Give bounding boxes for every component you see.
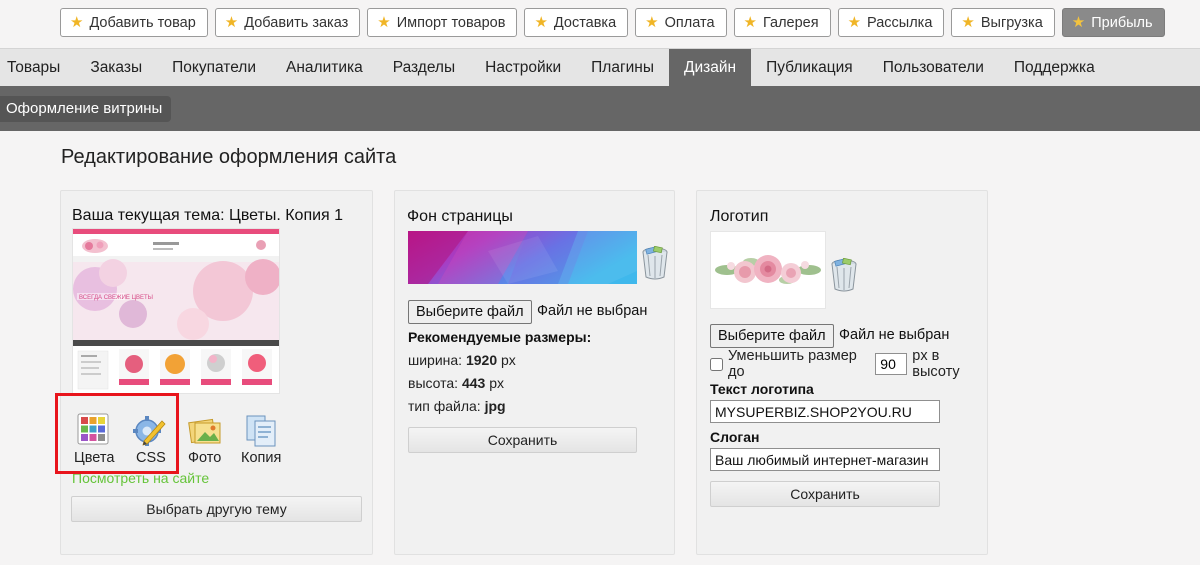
background-file-button[interactable]: Выберите файл xyxy=(408,300,532,324)
nav-item-users[interactable]: Пользователи xyxy=(868,49,999,87)
mailing-label: Рассылка xyxy=(867,14,933,31)
delivery-label: Доставка xyxy=(553,14,617,31)
import-products-label: Импорт товаров xyxy=(396,14,506,31)
star-icon: ★ xyxy=(1071,14,1086,31)
star-icon: ★ xyxy=(645,14,659,31)
add-order-button[interactable]: ★ Добавить заказ xyxy=(214,8,361,37)
theme-panel-title: Ваша текущая тема: Цветы. Копия 1 xyxy=(72,207,344,224)
nav-item-products[interactable]: Товары xyxy=(0,49,75,87)
photo-tool-label[interactable]: Фото xyxy=(188,450,221,466)
star-icon: ★ xyxy=(224,14,239,31)
choose-other-theme-button[interactable]: Выбрать другую тему xyxy=(71,496,362,522)
recommended-sizes-text: Рекомендуемые размеры xyxy=(408,329,587,345)
delivery-button[interactable]: ★ Доставка xyxy=(524,8,629,37)
logo-panel: Логотип Выберите файл Файл не выбран Уме… xyxy=(696,190,988,555)
add-product-label: Добавить товар xyxy=(89,14,196,31)
nav-item-design[interactable]: Дизайн xyxy=(668,49,752,87)
shrink-size-suffix: px в высоту xyxy=(912,348,960,380)
payment-button[interactable]: ★ Оплата xyxy=(635,8,727,37)
background-preview-image[interactable] xyxy=(408,231,637,284)
trash-icon[interactable] xyxy=(640,246,670,280)
nav-item-support[interactable]: Поддержка xyxy=(999,49,1110,87)
gallery-button[interactable]: ★ Галерея xyxy=(733,8,831,37)
star-icon: ★ xyxy=(847,14,862,31)
recommended-height: высота: 443 px xyxy=(408,375,504,391)
profit-label: Прибыль xyxy=(1091,14,1153,31)
background-panel: Фон страницы Выберите файл Файл не выбра… xyxy=(394,190,675,555)
shrink-size-checkbox[interactable] xyxy=(710,357,723,371)
nav-item-orders[interactable]: Заказы xyxy=(75,49,157,87)
export-label: Выгрузка xyxy=(980,14,1043,31)
logo-file-status: Файл не выбран xyxy=(839,327,950,343)
add-product-button[interactable]: ★ Добавить товар xyxy=(60,8,208,37)
copy-tool[interactable] xyxy=(241,413,281,452)
highlight-annotation-box xyxy=(55,393,179,474)
sub-nav: Оформление витрины xyxy=(0,86,1200,131)
theme-preview-thumbnail[interactable]: ВСЕГДА СВЕЖИЕ ЦВЕТЫ xyxy=(72,228,280,394)
shrink-size-label: Уменьшить размер до xyxy=(728,348,857,380)
logo-save-button[interactable]: Сохранить xyxy=(710,481,940,507)
filetype-label: тип файла: xyxy=(408,398,481,414)
height-unit: px xyxy=(489,375,505,391)
background-save-button[interactable]: Сохранить xyxy=(408,427,637,453)
slogan-input[interactable] xyxy=(710,448,940,471)
filetype-value: jpg xyxy=(484,398,506,414)
add-order-label: Добавить заказ xyxy=(244,14,349,31)
star-icon: ★ xyxy=(534,14,548,31)
height-value: 443 xyxy=(461,375,486,391)
payment-label: Оплата xyxy=(664,14,715,31)
nav-item-plugins[interactable]: Плагины xyxy=(576,49,669,87)
main-nav: Товары Заказы Покупатели Аналитика Разде… xyxy=(0,48,1200,87)
logo-text-label: Текст логотипа xyxy=(710,381,814,397)
copy-tool-label[interactable]: Копия xyxy=(241,450,281,466)
subnav-item-storefront-design[interactable]: Оформление витрины xyxy=(0,96,172,122)
star-icon: ★ xyxy=(70,14,84,31)
slogan-label: Слоган xyxy=(710,429,760,445)
height-label: высота: xyxy=(408,375,459,391)
logo-text-input[interactable] xyxy=(710,400,940,423)
logo-panel-title: Логотип xyxy=(710,208,769,225)
star-icon: ★ xyxy=(743,14,757,31)
profit-button[interactable]: ★ Прибыль xyxy=(1061,8,1165,37)
trash-icon[interactable] xyxy=(829,258,859,292)
export-button[interactable]: ★ Выгрузка xyxy=(951,8,1055,37)
mailing-button[interactable]: ★ Рассылка xyxy=(837,8,945,37)
photo-images-icon xyxy=(188,418,221,444)
logo-preview[interactable] xyxy=(710,231,826,309)
nav-item-analytics[interactable]: Аналитика xyxy=(271,49,378,87)
theme-panel: Ваша текущая тема: Цветы. Копия 1 ВСЕГДА… xyxy=(60,190,373,555)
background-panel-title: Фон страницы xyxy=(407,208,513,225)
recommended-filetype: тип файла: jpg xyxy=(408,398,506,414)
star-icon: ★ xyxy=(377,14,391,31)
nav-item-publication[interactable]: Публикация xyxy=(751,49,868,87)
nav-item-customers[interactable]: Покупатели xyxy=(157,49,271,87)
theme-preview-image: ВСЕГДА СВЕЖИЕ ЦВЕТЫ xyxy=(73,229,279,393)
gallery-label: Галерея xyxy=(762,14,819,31)
width-unit: px xyxy=(501,352,516,368)
logo-file-button[interactable]: Выберите файл xyxy=(710,324,834,348)
nav-item-sections[interactable]: Разделы xyxy=(378,49,470,87)
copy-documents-icon xyxy=(246,415,276,447)
import-products-button[interactable]: ★ Импорт товаров xyxy=(367,8,518,37)
shrink-size-input[interactable] xyxy=(875,353,908,375)
width-value: 1920 xyxy=(465,352,498,368)
nav-item-settings[interactable]: Настройки xyxy=(470,49,576,87)
width-label: ширина: xyxy=(408,352,463,368)
star-icon: ★ xyxy=(961,14,975,31)
page-title: Редактирование оформления сайта xyxy=(61,146,397,168)
background-file-status: Файл не выбран xyxy=(537,303,648,319)
recommended-width: ширина: 1920 px xyxy=(408,352,516,368)
photo-tool[interactable] xyxy=(185,413,225,452)
quick-actions-bar: ★ Добавить товар ★ Добавить заказ ★ Импорт … xyxy=(60,8,1165,38)
logo-roses-image xyxy=(711,232,825,308)
recommended-sizes-heading: Рекомендуемые размеры: xyxy=(408,329,592,345)
shrink-size-row: Уменьшить размер до px в высоту xyxy=(710,348,987,380)
theme-thumb-banner-text: ВСЕГДА СВЕЖИЕ ЦВЕТЫ xyxy=(79,295,153,301)
